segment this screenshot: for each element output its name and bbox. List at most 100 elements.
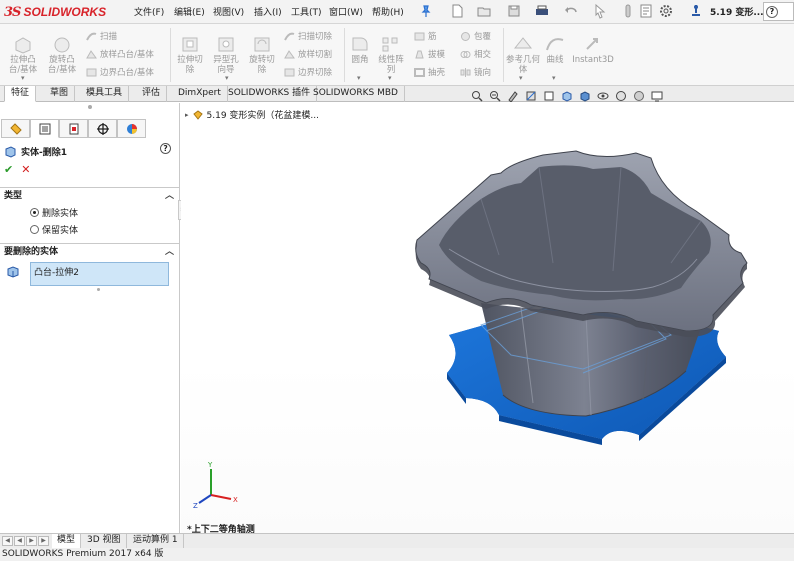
revolve-boss-button[interactable]: 旋转凸台/基体	[44, 34, 80, 75]
edit-appearance-icon[interactable]	[615, 90, 627, 102]
fillet-button[interactable]: 圆角	[347, 34, 373, 65]
menu-help[interactable]: 帮助(H)	[372, 5, 404, 18]
bodies-to-delete-list[interactable]: 凸台-拉伸2	[30, 262, 169, 286]
model-viewport[interactable]	[181, 103, 794, 533]
delete-body-option[interactable]: 删除实体	[30, 206, 78, 219]
boundary-cut-button[interactable]: 边界切除	[284, 66, 332, 78]
extrude-cut-button[interactable]: 拉伸切除	[174, 34, 206, 75]
instant3d-button[interactable]: Instant3D	[572, 34, 614, 65]
view-orientation-icon[interactable]	[561, 90, 573, 102]
menu-file[interactable]: 文件(F)	[134, 5, 164, 18]
display-style-icon[interactable]	[579, 90, 591, 102]
mirror-button[interactable]: 镜向	[460, 66, 491, 78]
tab-evaluate[interactable]: 评估	[136, 86, 168, 102]
options-gear-icon[interactable]	[658, 3, 674, 19]
dropdown-arrow-icon[interactable]: ▾	[225, 74, 229, 82]
sweep-button[interactable]: 扫描	[86, 30, 117, 42]
previous-view-icon[interactable]	[507, 90, 519, 102]
boundary-boss-button[interactable]: 边界凸台/基体	[86, 66, 154, 78]
menu-window[interactable]: 窗口(W)	[329, 5, 363, 18]
panel-grip[interactable]	[88, 105, 92, 109]
cancel-button[interactable]: ✕	[21, 163, 30, 176]
menu-view[interactable]: 视图(V)	[213, 5, 244, 18]
tab-mold-tools[interactable]: 模具工具	[80, 86, 130, 102]
type-section-title: 类型	[4, 191, 23, 201]
last-tab-icon[interactable]: ▶	[38, 536, 49, 546]
hole-wizard-button[interactable]: 异型孔向导	[210, 34, 242, 75]
zoom-to-area-icon[interactable]	[489, 90, 501, 102]
dimxpert-manager-tab[interactable]	[88, 119, 117, 138]
feature-manager-tab[interactable]	[1, 119, 30, 138]
selected-body-item[interactable]: 凸台-拉伸2	[34, 268, 79, 278]
linear-pattern-button[interactable]: 线性阵列	[376, 34, 406, 75]
display-manager-tab[interactable]	[117, 119, 146, 138]
rib-button[interactable]: 筋	[414, 30, 437, 42]
view-settings-icon[interactable]	[651, 90, 663, 102]
ok-button[interactable]: ✔	[4, 163, 13, 176]
dropdown-arrow-icon[interactable]: ▾	[519, 74, 523, 82]
property-manager-tab[interactable]	[30, 119, 59, 138]
intersect-button[interactable]: 相交	[460, 48, 491, 60]
undo-icon[interactable]	[563, 3, 579, 19]
tab-motion-study-1[interactable]: 运动算例 1	[128, 534, 184, 548]
rebuild-icon[interactable]	[620, 3, 636, 19]
print-icon[interactable]	[534, 3, 550, 19]
extrude-boss-button[interactable]: 拉伸凸台/基体	[6, 34, 40, 75]
wrap-button[interactable]: 包覆	[460, 30, 491, 42]
hide-show-items-icon[interactable]	[597, 90, 609, 102]
open-folder-icon[interactable]	[476, 3, 492, 19]
list-resize-grip[interactable]	[97, 288, 100, 291]
curves-button[interactable]: 曲线	[542, 34, 568, 65]
file-properties-icon[interactable]	[638, 3, 654, 19]
first-tab-icon[interactable]: ◀	[2, 536, 13, 546]
tab-sketch[interactable]: 草图	[44, 86, 76, 102]
instant3d-label: Instant3D	[572, 55, 614, 65]
save-icon[interactable]	[506, 3, 522, 19]
tab-model[interactable]: 模型	[52, 534, 82, 548]
type-section-header[interactable]: 类型 ︿	[0, 187, 179, 203]
flower-pot-rim[interactable]	[415, 150, 748, 337]
previous-tab-icon[interactable]: ◀	[14, 536, 25, 546]
dropdown-arrow-icon[interactable]: ▾	[552, 74, 556, 82]
configuration-manager-tab[interactable]	[59, 119, 88, 138]
apply-scene-icon[interactable]	[633, 90, 645, 102]
menu-tools[interactable]: 工具(T)	[291, 5, 322, 18]
tab-features[interactable]: 特征	[4, 86, 37, 102]
reference-geometry-button[interactable]: 参考几何体	[506, 34, 540, 75]
triad-z-label: Z	[193, 502, 198, 509]
graphics-area[interactable]: ▸ 5.19 变形实例（花盆建模... Y X Z *上下二等角轴测	[181, 103, 794, 533]
shell-button[interactable]: 抽壳	[414, 66, 445, 78]
chevron-up-icon[interactable]: ︿	[165, 188, 174, 204]
radio-keep-body[interactable]	[30, 225, 39, 234]
dynamic-annotation-icon[interactable]	[543, 90, 555, 102]
dropdown-arrow-icon[interactable]: ▾	[21, 74, 25, 82]
revolve-cut-button[interactable]: 旋转切除	[246, 34, 278, 75]
sweep-cut-button[interactable]: 扫描切除	[284, 30, 332, 42]
help-icon[interactable]: ?	[160, 143, 171, 154]
tab-dimxpert[interactable]: DimXpert	[172, 86, 228, 102]
keep-body-option[interactable]: 保留实体	[30, 223, 78, 236]
tab-solidworks-mbd[interactable]: SOLIDWORKS MBD	[307, 86, 405, 102]
help-search-box[interactable]: ?	[763, 2, 794, 21]
loft-cut-button[interactable]: 放样切割	[284, 48, 332, 60]
dropdown-arrow-icon[interactable]: ▾	[357, 74, 361, 82]
section-view-icon[interactable]	[525, 90, 537, 102]
solidworks-logo[interactable]: 3S SOLIDWORKS	[4, 2, 112, 22]
select-arrow-icon[interactable]	[592, 3, 608, 19]
zoom-to-fit-icon[interactable]	[471, 90, 483, 102]
appearance-icon[interactable]	[688, 3, 704, 19]
menu-insert[interactable]: 插入(I)	[254, 5, 282, 18]
loft-boss-button[interactable]: 放样凸台/基体	[86, 48, 154, 60]
next-tab-icon[interactable]: ▶	[26, 536, 37, 546]
pin-icon[interactable]	[421, 5, 431, 17]
radio-delete-body[interactable]	[30, 208, 39, 217]
draft-label: 拔模	[428, 50, 446, 60]
dropdown-arrow-icon[interactable]: ▾	[388, 74, 392, 82]
chevron-up-icon[interactable]: ︿	[165, 244, 174, 260]
draft-button[interactable]: 拔模	[414, 48, 445, 60]
bodies-section-header[interactable]: 要删除的实体 ︿	[0, 243, 179, 259]
tab-solidworks-addins[interactable]: SOLIDWORKS 插件	[222, 86, 318, 102]
tab-3d-views[interactable]: 3D 视图	[82, 534, 127, 548]
menu-edit[interactable]: 编辑(E)	[174, 5, 205, 18]
new-document-icon[interactable]	[449, 3, 465, 19]
